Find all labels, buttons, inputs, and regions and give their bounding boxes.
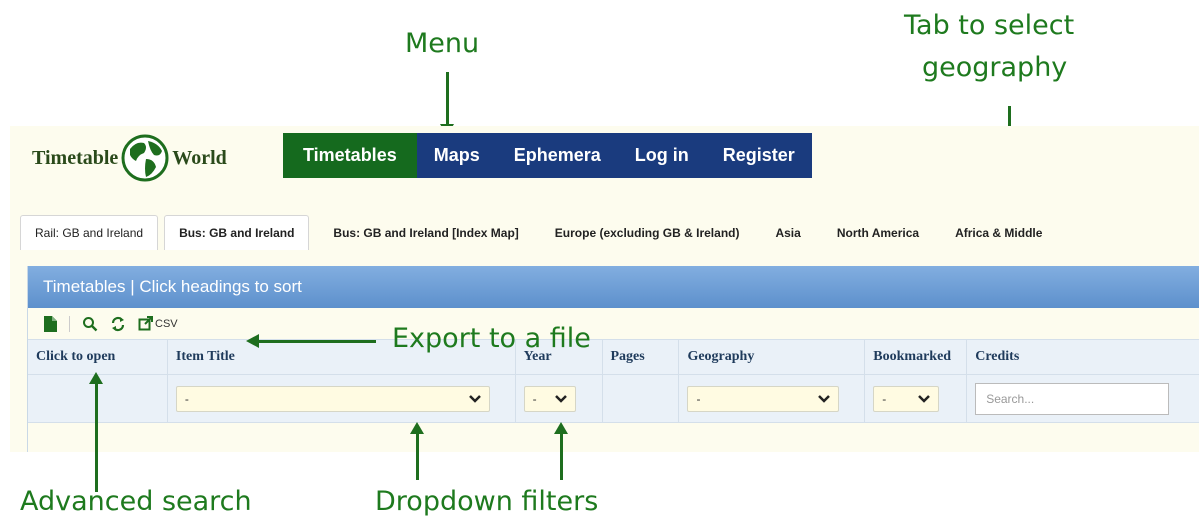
export-csv-label: CSV — [155, 317, 178, 330]
new-document-icon[interactable] — [44, 315, 57, 332]
year-filter[interactable]: - — [523, 385, 576, 412]
year-filter-arrow — [554, 422, 568, 480]
item-title-filter-value: - — [184, 391, 189, 406]
grid-filter-row: - - - - Search... — [28, 375, 1199, 423]
menu-item-timetables[interactable]: Timetables — [283, 133, 417, 178]
bookmarked-filter[interactable]: - — [873, 385, 940, 412]
tab-north-america[interactable]: North America — [819, 215, 937, 250]
grid-header-row: Click to open Item Title Year Pages Geog… — [28, 339, 1199, 375]
column-bookmarked[interactable]: Bookmarked — [865, 340, 968, 374]
logo-text-left: Timetable — [32, 146, 119, 169]
advanced-search-arrow — [89, 372, 103, 492]
tab-bus-index-map[interactable]: Bus: GB and Ireland [Index Map] — [315, 215, 536, 250]
menu-item-log-in[interactable]: Log in — [617, 133, 706, 178]
menu-callout: Menu — [405, 28, 480, 59]
filter-cell-pages — [603, 375, 680, 422]
tab-europe[interactable]: Europe (excluding GB & Ireland) — [537, 215, 758, 250]
geography-filter-value: - — [696, 391, 701, 406]
tab-africa-middle-east[interactable]: Africa & Middle — [937, 215, 1060, 250]
column-credits[interactable]: Credits — [967, 340, 1199, 374]
export-arrow — [246, 334, 376, 348]
toolbar-separator — [69, 315, 70, 332]
panel-title: Timetables | Click headings to sort — [28, 266, 1199, 308]
chevron-down-icon — [554, 394, 567, 403]
timetables-panel: Timetables | Click headings to sort CSV … — [27, 266, 1199, 452]
filter-cell-year: - — [516, 375, 603, 422]
column-pages[interactable]: Pages — [603, 340, 680, 374]
refresh-icon[interactable] — [110, 316, 126, 332]
filter-cell-bookmarked: - — [865, 375, 968, 422]
globe-icon — [121, 134, 169, 182]
menu-item-register[interactable]: Register — [705, 133, 812, 178]
timetable-world-site: Timetable World Timetables Maps Ephemera… — [10, 126, 1199, 452]
year-filter-value: - — [532, 391, 537, 406]
tab-rail-gb-ireland[interactable]: Rail: GB and Ireland — [20, 215, 159, 250]
item-title-filter[interactable]: - — [175, 385, 490, 412]
menu-item-ephemera[interactable]: Ephemera — [496, 133, 618, 178]
tab-bus-gb-ireland[interactable]: Bus: GB and Ireland — [164, 215, 310, 250]
item-title-filter-arrow — [410, 422, 424, 480]
external-link-icon — [138, 316, 153, 331]
export-csv-button[interactable]: CSV — [138, 316, 178, 331]
export-callout: Export to a file — [392, 323, 591, 354]
advanced-search-callout: Advanced search — [20, 486, 252, 517]
geography-tabs: Rail: GB and Ireland Bus: GB and Ireland… — [20, 213, 1060, 250]
menu-item-maps[interactable]: Maps — [416, 133, 497, 178]
dropdown-filters-callout: Dropdown filters — [375, 486, 599, 517]
geography-filter[interactable]: - — [687, 385, 840, 412]
chevron-down-icon — [468, 394, 481, 403]
column-geography[interactable]: Geography — [679, 340, 866, 374]
column-click-to-open[interactable]: Click to open — [28, 340, 168, 374]
tab-callout-line1: Tab to select — [904, 10, 1075, 41]
advanced-search-icon[interactable] — [82, 316, 98, 332]
filter-cell-credits: Search... — [967, 375, 1199, 422]
tab-callout-line2: geography — [922, 52, 1068, 83]
chevron-down-icon — [918, 394, 931, 403]
site-logo[interactable]: Timetable World — [32, 134, 227, 182]
main-menu: Timetables Maps Ephemera Log in Register — [283, 133, 812, 178]
filter-cell-item-title: - — [168, 375, 516, 422]
chevron-down-icon — [818, 394, 831, 403]
logo-text-right: World — [172, 146, 227, 169]
credits-search-input[interactable]: Search... — [975, 382, 1170, 415]
bookmarked-filter-value: - — [882, 391, 887, 406]
tab-asia[interactable]: Asia — [757, 215, 818, 250]
filter-cell-geography: - — [679, 375, 866, 422]
grid-toolbar: CSV — [28, 308, 1199, 339]
menu-arrow — [440, 72, 454, 136]
